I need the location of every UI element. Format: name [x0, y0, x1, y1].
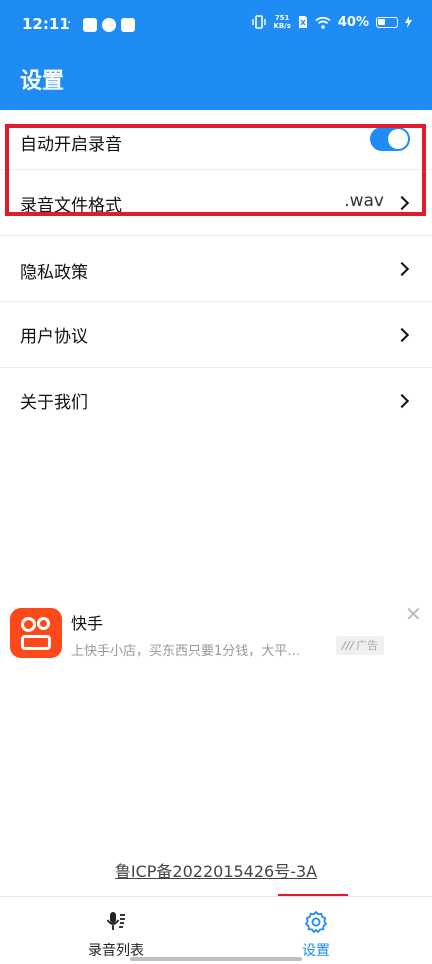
battery-icon: [376, 16, 398, 28]
chevron-right-icon: [394, 393, 410, 409]
app-notification-icon: [102, 18, 116, 32]
privacy-policy-label: 隐私政策: [20, 263, 88, 283]
auto-record-row[interactable]: 自动开启录音: [0, 110, 432, 170]
auto-record-toggle[interactable]: [370, 127, 410, 151]
privacy-policy-row[interactable]: 隐私政策: [0, 236, 432, 302]
toggle-knob: [388, 129, 408, 149]
network-speed-unit: KB/s: [273, 22, 291, 30]
file-format-row[interactable]: 录音文件格式 .wav: [0, 170, 432, 236]
chevron-right-icon: [394, 195, 410, 211]
kuaishou-logo-icon: [10, 608, 62, 658]
about-us-label: 关于我们: [20, 393, 88, 413]
file-format-value: .wav: [344, 191, 384, 211]
calendar-icon: [121, 18, 135, 32]
page-title: 设置: [20, 69, 65, 94]
gear-icon: [305, 911, 327, 933]
bottom-tab-bar: 录音列表 设置: [0, 896, 432, 964]
app-header: 12:11 · 751 KB/s 40% 设置: [0, 0, 432, 110]
status-dot: ·: [67, 15, 72, 31]
charging-icon: [405, 16, 412, 28]
no-sim-icon: [298, 16, 307, 28]
status-right: 751 KB/s 40%: [252, 14, 412, 30]
tab-recording-list[interactable]: 录音列表: [66, 897, 166, 964]
home-indicator[interactable]: [130, 957, 302, 961]
ad-banner[interactable]: 快手 上快手小店，买东西只要1分钱，大平… ///广告 ✕: [0, 598, 432, 668]
user-agreement-row[interactable]: 用户协议: [0, 302, 432, 368]
chevron-right-icon: [394, 261, 410, 277]
user-agreement-label: 用户协议: [20, 327, 88, 347]
ad-badge-label: 广告: [356, 639, 379, 652]
auto-record-label: 自动开启录音: [20, 135, 122, 155]
vibrate-icon: [252, 15, 267, 29]
icp-license-link[interactable]: 鲁ICP备2022015426号-3A: [0, 858, 432, 882]
network-speed-value: 751: [274, 14, 290, 22]
close-icon[interactable]: ✕: [405, 602, 422, 626]
mail-icon: [83, 18, 97, 32]
network-speed: 751 KB/s: [273, 14, 290, 30]
ad-title: 快手: [71, 614, 104, 633]
ad-badge: ///广告: [336, 636, 385, 655]
wifi-icon: [315, 16, 331, 29]
tab-settings[interactable]: 设置: [266, 897, 366, 964]
status-time: 12:11: [22, 15, 70, 33]
status-bar: 12:11 · 751 KB/s 40%: [0, 0, 432, 52]
about-us-row[interactable]: 关于我们: [0, 368, 432, 434]
microphone-list-icon: [106, 912, 125, 930]
chevron-right-icon: [394, 327, 410, 343]
battery-percent: 40%: [337, 14, 369, 30]
file-format-label: 录音文件格式: [20, 196, 122, 216]
ad-description: 上快手小店，买东西只要1分钱，大平…: [71, 644, 301, 659]
